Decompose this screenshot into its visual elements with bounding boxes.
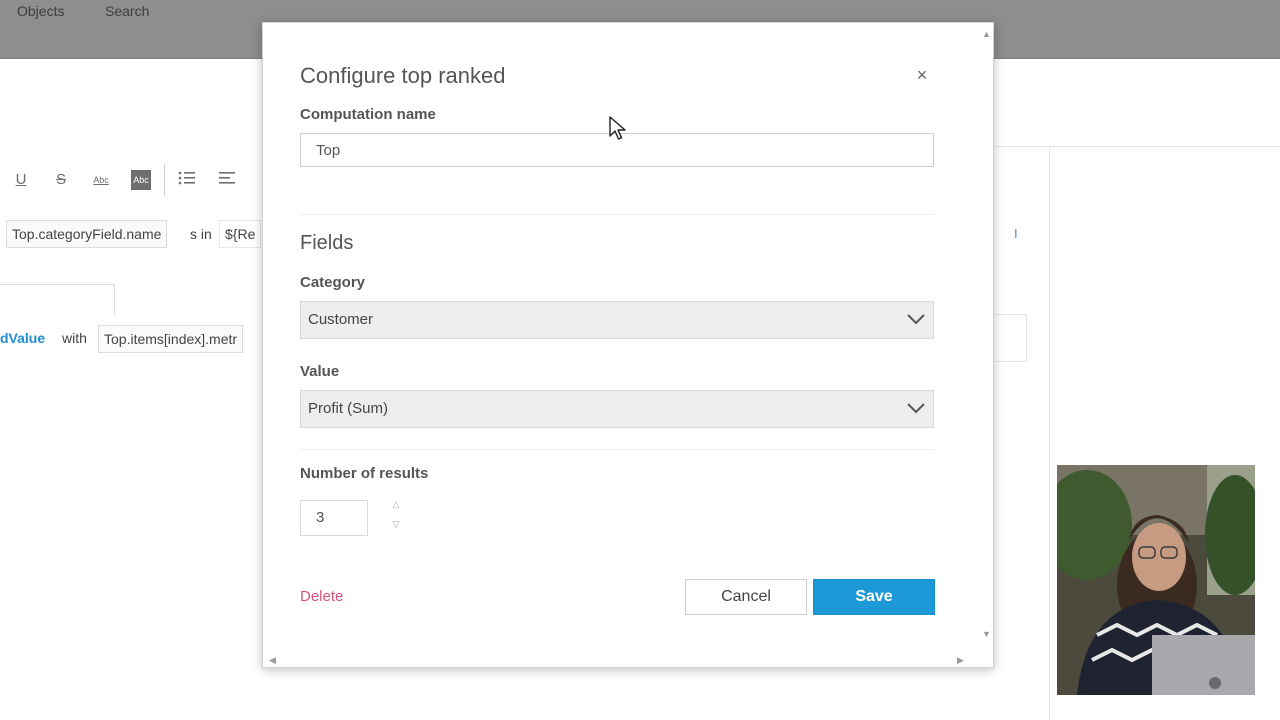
section-divider [300,449,935,450]
dvalue-token[interactable]: dValue [0,330,45,346]
text-s-in: s in [190,226,212,242]
chevron-down-icon [907,403,925,414]
right-panel-box [994,314,1027,362]
align-left-icon[interactable] [217,170,237,190]
number-of-results-label: Number of results [300,465,429,482]
abc-text-icon[interactable]: Abc [91,170,111,190]
value-label: Value [300,363,340,380]
right-panel-border [1049,147,1050,720]
computation-name-label: Computation name [300,106,436,123]
text-format-toolbar: U S Abc Abc [0,162,270,198]
underline-icon[interactable]: U [11,170,31,190]
webcam-video [1057,465,1255,695]
category-select[interactable]: Customer [300,301,934,339]
category-label: Category [300,274,366,291]
fields-section-title: Fields [300,232,354,254]
mouse-pointer-icon [609,116,626,140]
close-icon[interactable]: × [912,65,932,85]
horizontal-scrollbar[interactable]: ◀ ▶ [263,653,979,667]
configure-top-ranked-dialog: Configure top ranked × Computation name … [262,22,994,668]
stepper-down-icon[interactable]: ▽ [390,518,402,530]
category-field-chip[interactable]: Top.categoryField.name [6,220,168,248]
tab-outline [0,284,115,315]
scroll-up-icon[interactable]: ▲ [982,29,991,39]
category-select-value: Customer [308,311,374,328]
cancel-button[interactable]: Cancel [685,579,807,615]
section-divider [300,214,935,215]
scroll-right-icon[interactable]: ▶ [957,655,964,666]
value-select[interactable]: Profit (Sum) [300,390,934,428]
toolbar-divider [164,164,165,196]
menu-search[interactable]: Search [105,3,149,19]
text-cursor-icon: I [1014,226,1018,241]
chevron-down-icon [907,314,925,325]
save-button[interactable]: Save [813,579,935,615]
scroll-left-icon[interactable]: ◀ [269,655,276,666]
vertical-scrollbar[interactable]: ▲ ▼ [979,23,993,653]
right-panel-divider [993,146,1280,147]
strikethrough-icon[interactable]: S [51,170,71,190]
stepper-up-icon[interactable]: △ [390,498,402,510]
scroll-down-icon[interactable]: ▼ [982,629,991,639]
dialog-title: Configure top ranked [300,63,506,88]
value-select-value: Profit (Sum) [308,400,389,417]
variable-chip[interactable]: ${Re [219,220,262,248]
bulleted-list-icon[interactable] [177,170,197,190]
delete-link[interactable]: Delete [300,588,343,605]
abc-highlight-icon[interactable]: Abc [131,170,151,190]
items-metric-chip[interactable]: Top.items[index].metr [98,325,244,353]
text-with: with [62,330,87,346]
number-of-results-input[interactable]: 3 [300,500,368,536]
menu-objects[interactable]: Objects [17,3,64,19]
